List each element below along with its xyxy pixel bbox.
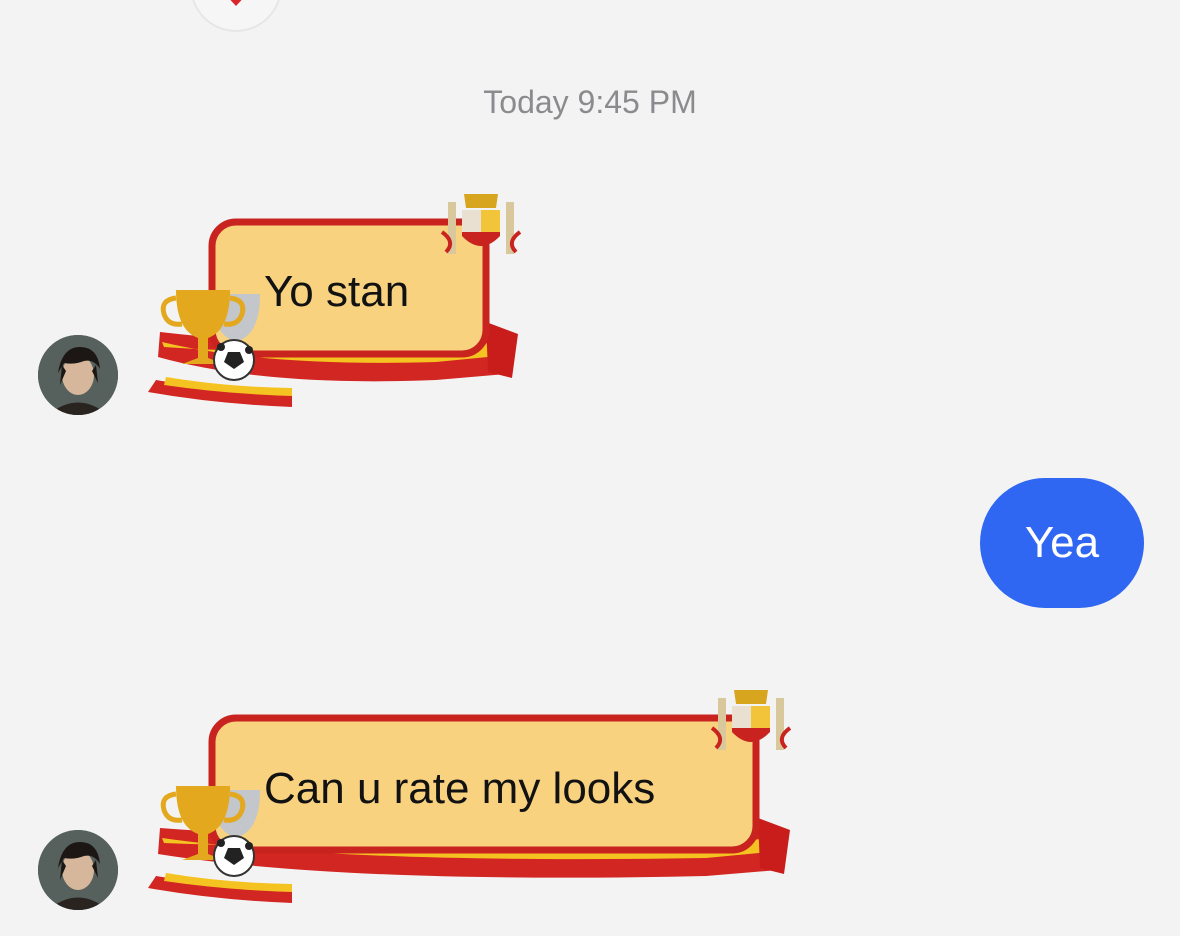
- sender-avatar[interactable]: [38, 335, 118, 415]
- message-text: Can u rate my looks: [264, 764, 656, 813]
- coat-of-arms-icon: [440, 194, 522, 254]
- contact-avatar-top[interactable]: [190, 0, 282, 32]
- message-text: Yo stan: [264, 267, 410, 316]
- sender-avatar[interactable]: [38, 830, 118, 910]
- coat-of-arms-icon: [710, 690, 792, 750]
- heart-icon: [230, 0, 242, 6]
- soccer-ball-icon: [213, 835, 255, 877]
- message-timestamp: Today 9:45 PM: [483, 84, 697, 120]
- incoming-bubble[interactable]: Can u rate my looks: [146, 676, 796, 912]
- soccer-ball-icon: [213, 339, 255, 381]
- outgoing-bubble[interactable]: Yea: [980, 478, 1144, 608]
- incoming-bubble[interactable]: Yo stan: [146, 182, 526, 414]
- message-text: Yea: [1024, 518, 1100, 567]
